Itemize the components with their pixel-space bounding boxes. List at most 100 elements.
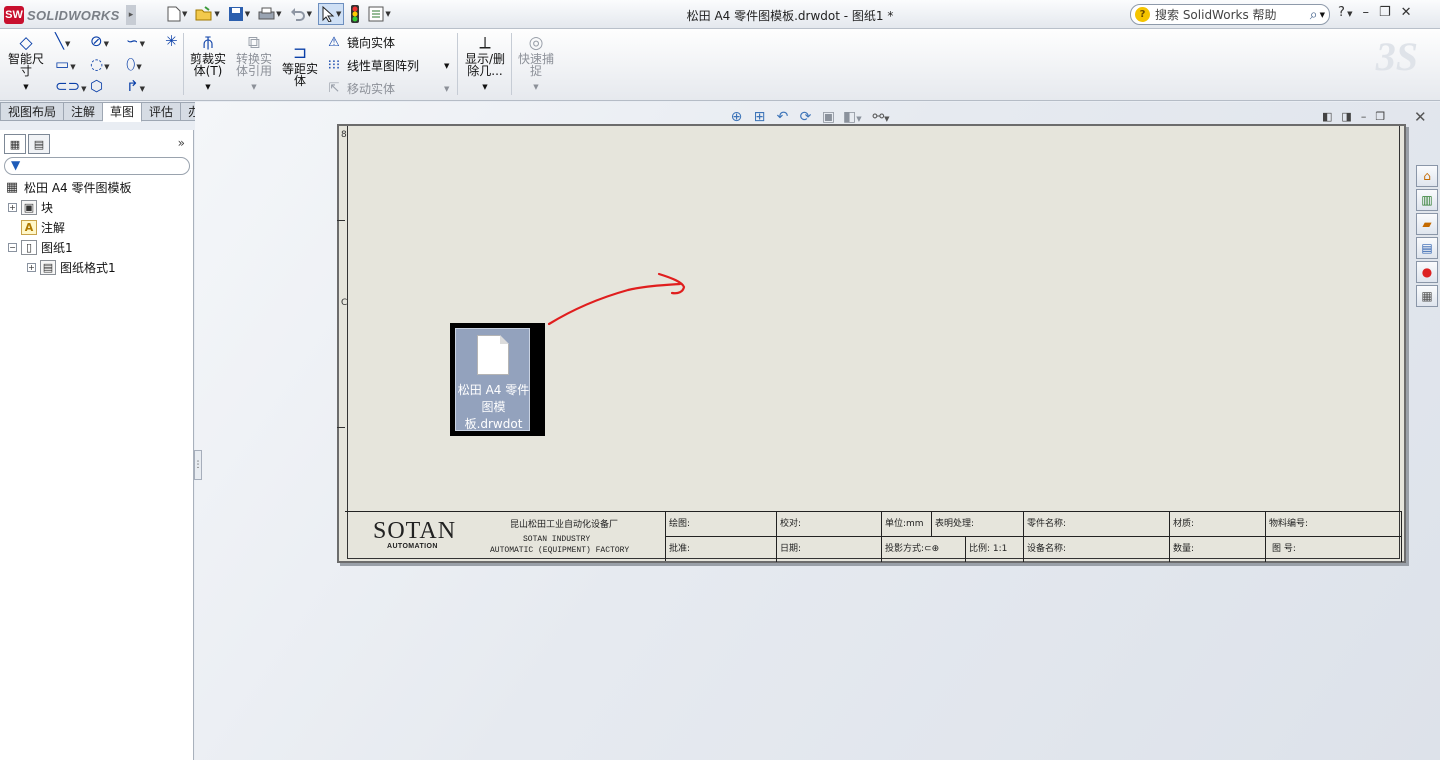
- company-name-en-1: SOTAN INDUSTRY: [523, 535, 591, 544]
- print-button[interactable]: ▼: [256, 3, 283, 25]
- slot-icon: ⊂⊃: [55, 77, 81, 95]
- window-title: 松田 A4 零件图模板.drwdot - 图纸1 *: [686, 9, 894, 23]
- material-no-field: 物料编号:: [1266, 512, 1402, 537]
- display-style-icon[interactable]: ◧▼: [843, 109, 862, 125]
- tile-right-icon[interactable]: ◨: [1341, 110, 1351, 123]
- property-manager-tab[interactable]: ▤: [28, 134, 50, 154]
- tree-root[interactable]: ▦ 松田 A4 零件图模板: [4, 178, 132, 196]
- annotation-icon: A: [21, 219, 37, 235]
- trim-entities-button[interactable]: ⫚ 剪裁实体(T) ▼: [188, 33, 228, 93]
- cm-tab-1[interactable]: 注解: [64, 102, 104, 121]
- filter-icon: ▼: [11, 158, 21, 172]
- rebuild-button[interactable]: [348, 3, 362, 25]
- file-explorer-tab[interactable]: ▰: [1416, 213, 1438, 235]
- spline-tool[interactable]: ∽▼: [126, 32, 145, 50]
- tree-item-blocks[interactable]: + ▣ 块: [8, 198, 53, 216]
- undo-button[interactable]: ▼: [288, 3, 314, 25]
- move-dropdown-icon[interactable]: ▼: [444, 85, 449, 93]
- tile-left-icon[interactable]: ◧: [1322, 110, 1332, 123]
- pattern-dropdown-icon[interactable]: ▼: [444, 62, 449, 70]
- expand-toggle[interactable]: +: [27, 262, 36, 272]
- feature-tree-tab[interactable]: ▦: [4, 134, 26, 154]
- quick-snaps-button[interactable]: ◎ 快速捕捉 ▼: [516, 33, 556, 93]
- search-icon[interactable]: ⌕: [1310, 7, 1318, 23]
- slot-tool[interactable]: ⊂⊃▼: [55, 77, 87, 95]
- collapse-toggle[interactable]: −: [8, 242, 17, 252]
- undo-icon: [290, 8, 305, 21]
- menu-expand-arrow[interactable]: ▸: [126, 5, 136, 25]
- file-selection-highlight: 松田 A4 零件图模板.drwdot: [455, 328, 530, 431]
- point-tool[interactable]: ✳: [165, 32, 178, 50]
- zoom-area-icon[interactable]: ⊞: [751, 109, 768, 125]
- tree-item-sheet1[interactable]: − ▯ 图纸1: [8, 238, 73, 256]
- design-library-tab[interactable]: ▥: [1416, 189, 1438, 211]
- ellipse-tool[interactable]: ⬯▼: [126, 55, 142, 73]
- previous-view-icon[interactable]: ↶: [774, 109, 791, 125]
- convert-entities-button[interactable]: ⧉ 转换实体引用 ▼: [233, 33, 275, 93]
- smart-dimension-dropdown-icon[interactable]: ▼: [6, 81, 46, 93]
- close-icon[interactable]: ✕: [1401, 5, 1412, 20]
- arc-tool[interactable]: ◌▼: [90, 55, 109, 73]
- relations-dropdown-icon[interactable]: ▼: [462, 81, 508, 93]
- linear-pattern-label: 线性草图阵列: [347, 59, 420, 73]
- fillet-icon: ↱: [126, 77, 139, 95]
- doc-restore-icon[interactable]: ❐: [1375, 110, 1385, 123]
- trim-dropdown-icon[interactable]: ▼: [188, 81, 228, 93]
- solidworks-resources-tab[interactable]: ⌂: [1416, 165, 1438, 187]
- solidworks-logo[interactable]: SW SOLIDWORKS: [4, 5, 120, 25]
- cm-tab-2[interactable]: 草图: [103, 102, 143, 122]
- document-window-controls: ◧ ◨ – ❐: [1322, 110, 1385, 123]
- dragged-file[interactable]: 松田 A4 零件图模板.drwdot: [450, 323, 545, 436]
- relations-icon: ⟂: [479, 33, 491, 53]
- section-view-icon[interactable]: ▣: [820, 109, 837, 125]
- line-tool[interactable]: ╲▼: [55, 32, 70, 50]
- minimize-icon[interactable]: –: [1363, 5, 1370, 20]
- hide-show-items-icon[interactable]: ⚯▼: [866, 109, 896, 125]
- doc-minimize-icon[interactable]: –: [1361, 110, 1367, 123]
- snaps-dropdown-icon[interactable]: ▼: [516, 81, 556, 93]
- rectangle-tool[interactable]: ▭▼: [55, 55, 76, 73]
- circle-tool[interactable]: ⊘▼: [90, 32, 109, 50]
- trim-label: 剪裁实体(T): [189, 52, 226, 78]
- line-icon: ╲: [55, 32, 65, 50]
- custom-properties-tab[interactable]: ▦: [1416, 285, 1438, 307]
- tree-item-label: 图纸1: [41, 240, 73, 255]
- mirror-entities-button[interactable]: ⚠ 镜向实体: [326, 34, 395, 51]
- move-entities-button[interactable]: ⇱ 移动实体 ▼: [326, 80, 450, 97]
- help-search-box[interactable]: ? 搜索 SolidWorks 帮助 ⌕ ▼: [1130, 4, 1330, 25]
- company-logo: SOTAN: [373, 518, 457, 544]
- convert-dropdown-icon[interactable]: ▼: [233, 81, 275, 93]
- display-delete-relations-button[interactable]: ⟂ 显示/删除几... ▼: [462, 33, 508, 93]
- open-button[interactable]: ▼: [193, 3, 221, 25]
- document-icon: [477, 335, 509, 375]
- tree-item-annotations[interactable]: A 注解: [21, 218, 65, 236]
- sheet-icon: ▯: [21, 239, 37, 255]
- search-input[interactable]: 搜索 SolidWorks 帮助: [1155, 6, 1310, 23]
- fillet-tool[interactable]: ↱▼: [126, 77, 145, 95]
- polygon-tool[interactable]: ⬡: [90, 77, 103, 95]
- cm-tab-3[interactable]: 评估: [142, 102, 182, 121]
- zoom-to-fit-icon[interactable]: ⊕: [728, 109, 745, 125]
- company-cell: SOTAN AUTOMATION 昆山松田工业自动化设备厂 SOTAN INDU…: [345, 512, 666, 561]
- tree-filter-input[interactable]: ▼: [4, 157, 190, 175]
- options-button[interactable]: ▼: [366, 3, 392, 25]
- select-button[interactable]: ▼: [317, 3, 345, 25]
- title-bar: SW SOLIDWORKS ▸ ▼ ▼ ▼ ▼ ▼ ▼ ▼ 松田 A4 零件图模…: [0, 0, 1440, 29]
- offset-entities-button[interactable]: ⊐ 等距实体: [280, 43, 320, 87]
- search-dropdown-icon[interactable]: ▼: [1320, 11, 1325, 19]
- rotate-icon[interactable]: ⟳: [797, 109, 814, 125]
- help-menu-button[interactable]: ? ▼: [1338, 5, 1353, 20]
- smart-dimension-button[interactable]: ◇ 智能尺寸 ▼: [6, 33, 46, 93]
- view-palette-tab[interactable]: ▤: [1416, 237, 1438, 259]
- new-button[interactable]: ▼: [165, 3, 189, 25]
- panel-splitter-handle[interactable]: ⋮: [194, 450, 203, 480]
- expand-panel-icon[interactable]: »: [178, 136, 185, 150]
- close-document-icon[interactable]: ✕: [1414, 108, 1427, 126]
- tree-item-sheet-format[interactable]: + ▤ 图纸格式1: [27, 258, 116, 276]
- cm-tab-0[interactable]: 视图布局: [0, 102, 65, 121]
- appearances-tab[interactable]: ●: [1416, 261, 1438, 283]
- restore-icon[interactable]: ❐: [1379, 5, 1391, 20]
- linear-pattern-button[interactable]: ⁝⁝⁝ 线性草图阵列 ▼: [326, 57, 450, 74]
- expand-toggle[interactable]: +: [8, 202, 17, 212]
- save-button[interactable]: ▼: [226, 3, 252, 25]
